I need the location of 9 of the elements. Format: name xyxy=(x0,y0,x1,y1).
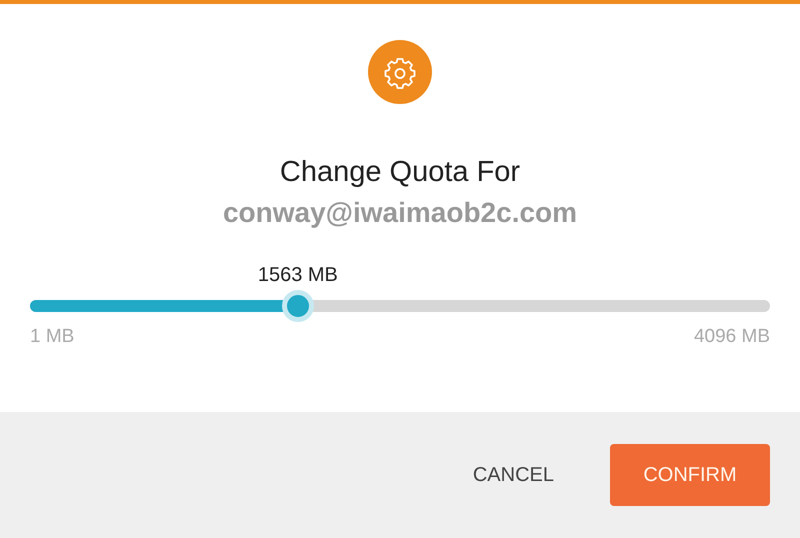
quota-slider[interactable] xyxy=(30,290,770,322)
settings-icon xyxy=(368,40,432,104)
slider-thumb[interactable] xyxy=(282,290,314,322)
cancel-button[interactable]: CANCEL xyxy=(440,444,586,506)
dialog-title: Change Quota For xyxy=(280,155,520,190)
min-label: 1 MB xyxy=(30,326,74,348)
slider-value: 1563 MB xyxy=(258,264,338,287)
email-address: conway@iwaimaob2c.com xyxy=(222,196,578,230)
max-label: 4096 MB xyxy=(694,326,770,348)
